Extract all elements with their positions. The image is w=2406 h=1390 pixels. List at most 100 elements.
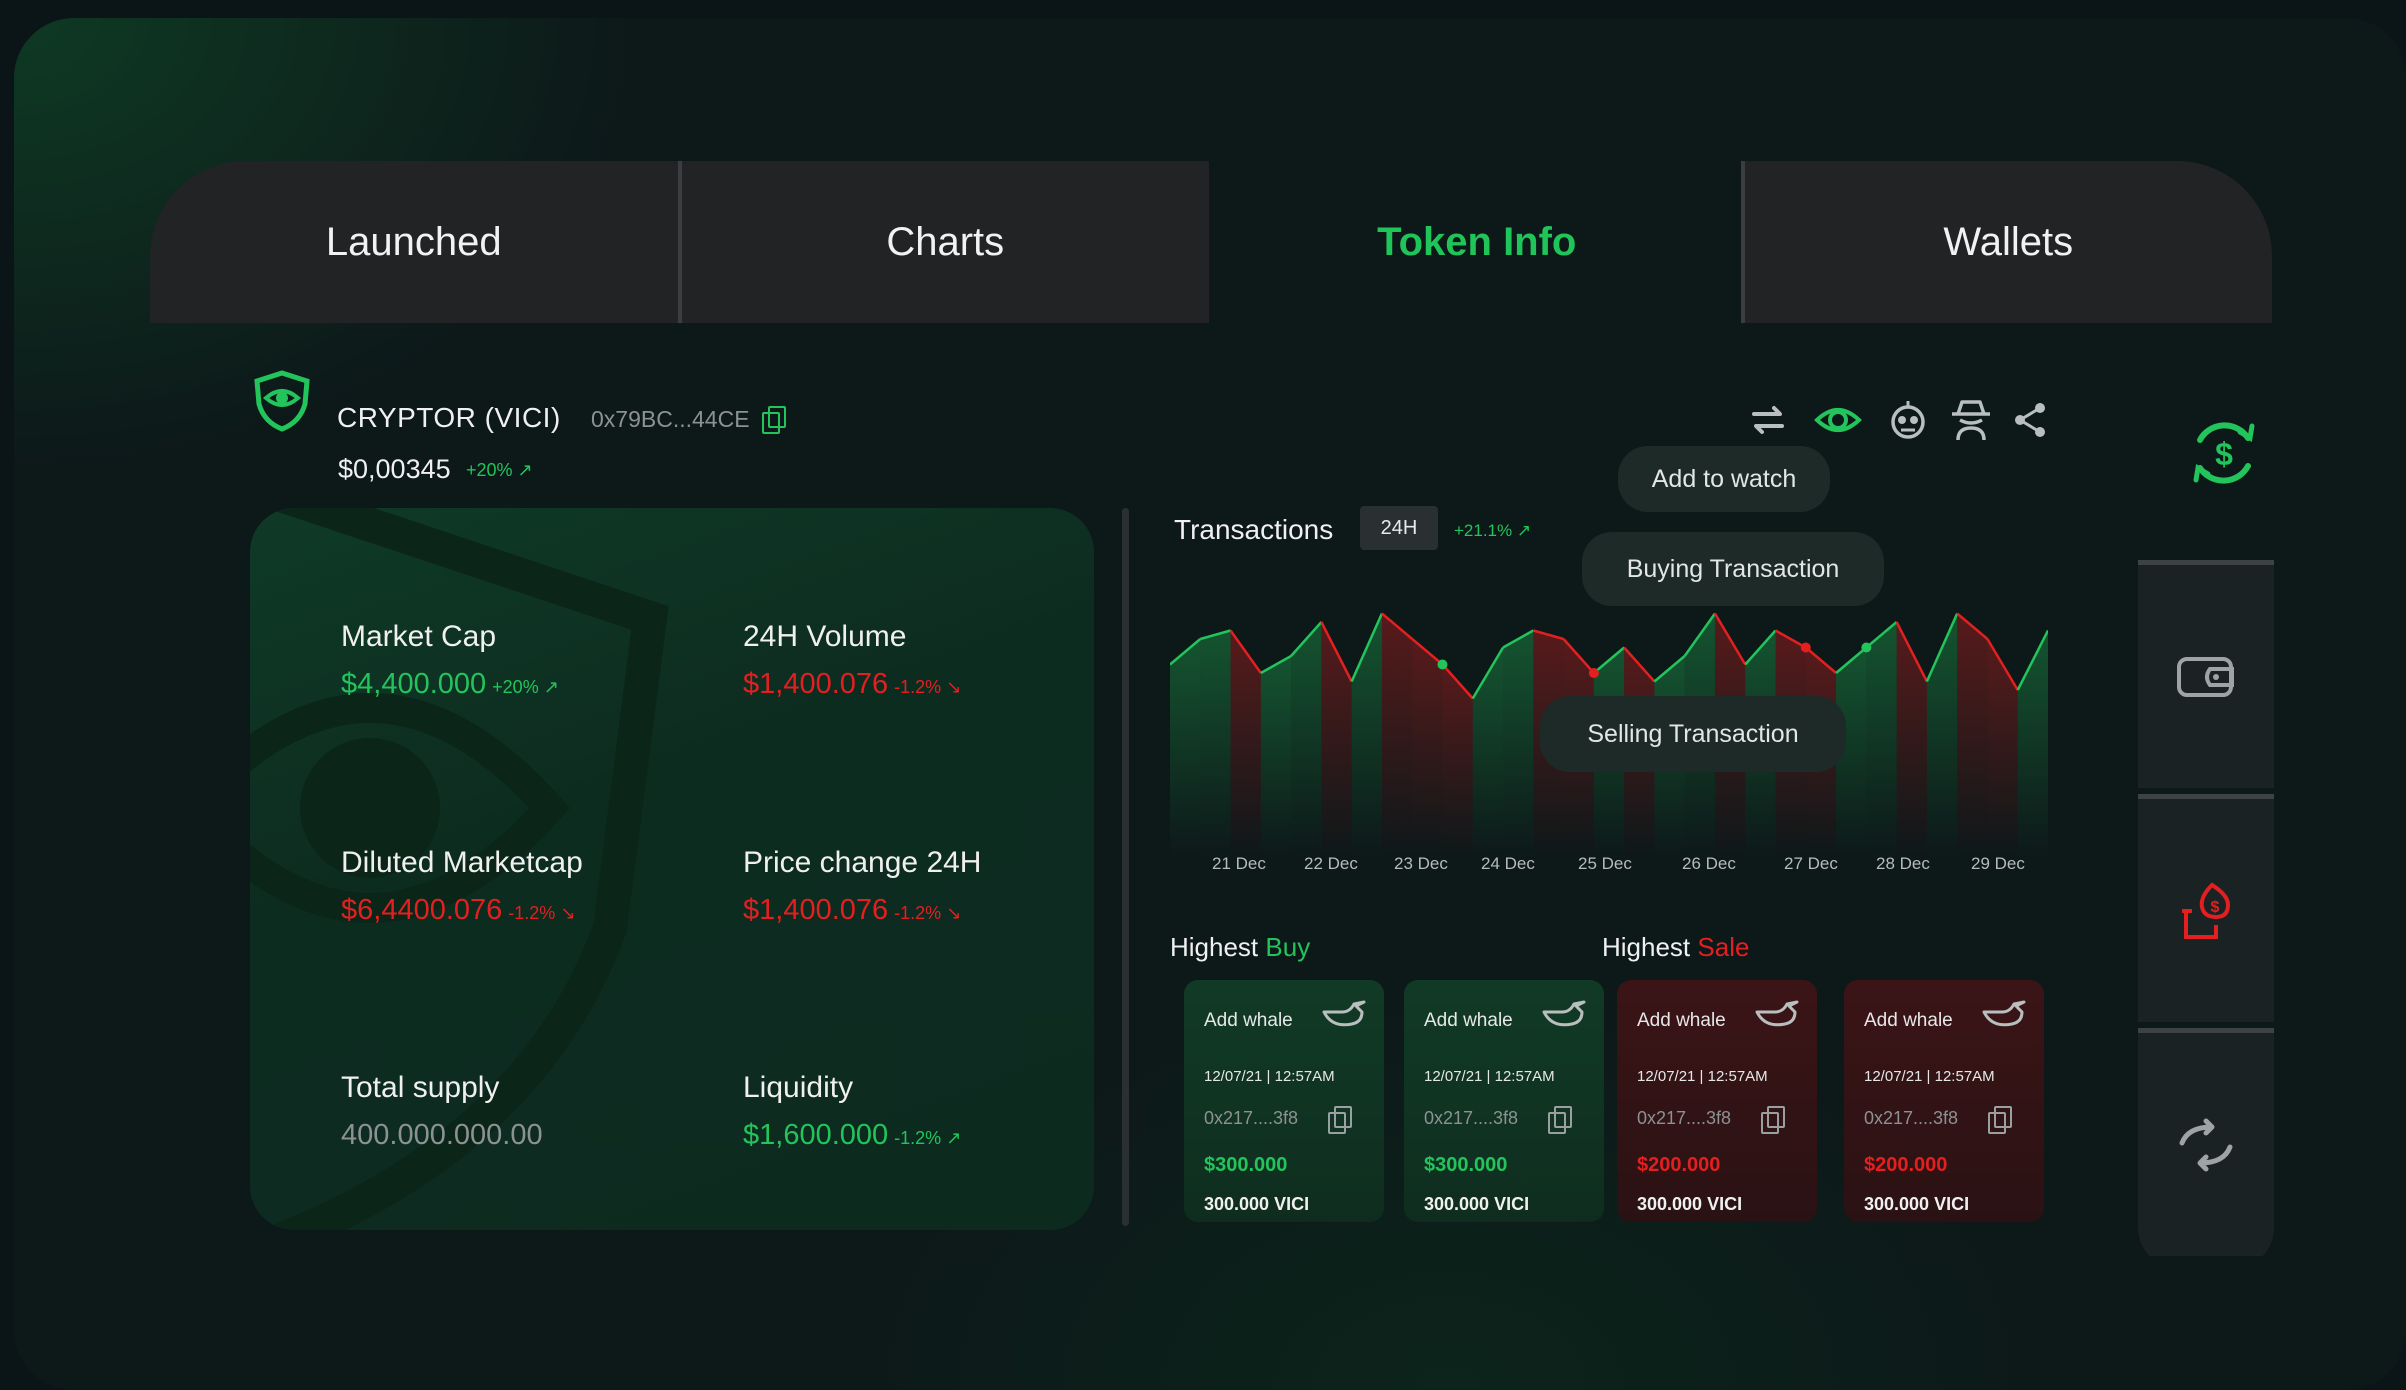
chart-area-segment <box>1412 639 1443 858</box>
tab-charts[interactable]: Charts <box>681 161 1209 323</box>
chart-x-tick-label: 24 Dec <box>1481 854 1535 873</box>
stat-label: 24H Volume <box>743 620 907 653</box>
whale-icon[interactable] <box>1322 998 1366 1032</box>
chart-area-segment <box>2017 630 2048 858</box>
sidebar-swap[interactable] <box>2138 1028 2274 1256</box>
card-address: 0x217....3f8 <box>1637 1108 1732 1128</box>
copy-icon[interactable] <box>1548 1106 1572 1134</box>
copy-icon[interactable] <box>1761 1106 1785 1134</box>
chart-area-segment <box>1381 613 1413 858</box>
chart-x-tick-label: 28 Dec <box>1876 854 1930 873</box>
whale-icon[interactable] <box>1542 998 1586 1032</box>
chart-area-segment <box>1957 613 1988 858</box>
chart-area-segment <box>1291 622 1322 858</box>
arrow-down-right-icon: ↘ <box>941 677 962 697</box>
share-icon[interactable] <box>2006 396 2054 444</box>
chart-point[interactable] <box>1861 642 1872 653</box>
add-whale-label[interactable]: Add whale <box>1864 1010 1953 1032</box>
whale-card[interactable]: Add whale 12/07/21 | 12:57AM 0x217....3f8 $… <box>1617 980 1817 1222</box>
card-address: 0x217....3f8 <box>1864 1108 1959 1128</box>
stat-label: Liquidity <box>743 1071 854 1104</box>
tab-bar: Launched Charts Token Info Wallets <box>150 161 2272 323</box>
add-to-watch-tooltip: Add to watch <box>1618 446 1830 512</box>
sidebar-burn[interactable]: $ <box>2138 794 2274 1022</box>
chart-point[interactable] <box>1437 659 1448 670</box>
stat-label: Market Cap <box>341 620 497 653</box>
stat-change: +20% ↗ <box>492 677 559 697</box>
transactions-change: +21.1% ↗ <box>1454 521 1532 540</box>
chart-area-segment <box>1472 647 1504 858</box>
wallet-icon <box>2177 656 2234 697</box>
whale-icon[interactable] <box>1755 998 1799 1032</box>
stat-value: $1,400.076 -1.2% ↘ <box>743 668 961 701</box>
arrow-up-right-icon: ↗ <box>941 1128 962 1148</box>
card-vici-amount: 300.000 VICI <box>1864 1194 1970 1214</box>
card-usd-amount: $200.000 <box>1637 1154 1721 1176</box>
stat-value: $6,4400.076 -1.2% ↘ <box>341 894 575 927</box>
stat-value-text: $1,400.076 <box>743 668 889 700</box>
stat-value-text: $1,600.000 <box>743 1119 889 1151</box>
sidebar-wallet[interactable] <box>2138 560 2274 788</box>
chart-x-tick-label: 25 Dec <box>1578 854 1632 873</box>
chart-x-tick-label: 23 Dec <box>1394 854 1448 873</box>
svg-text:$: $ <box>2215 436 2233 472</box>
tab-token-info[interactable]: Token Info <box>1213 161 1741 323</box>
chart-point[interactable] <box>1800 642 1811 653</box>
tab-wallets[interactable]: Wallets <box>1744 161 2272 323</box>
tab-launched[interactable]: Launched <box>150 161 678 323</box>
chart-point[interactable] <box>1588 668 1599 678</box>
arrow-down-right-icon: ↘ <box>555 903 576 923</box>
panel-divider <box>1122 508 1129 1226</box>
card-vici-amount: 300.000 VICI <box>1424 1194 1530 1214</box>
highest-buy-title: Highest Buy <box>1170 932 1311 962</box>
card-date: 12/07/21 | 12:57AM <box>1637 1068 1768 1085</box>
eye-icon[interactable] <box>1814 396 1862 444</box>
card-vici-amount: 300.000 VICI <box>1637 1194 1743 1214</box>
card-date: 12/07/21 | 12:57AM <box>1864 1068 1995 1085</box>
whale-card[interactable]: Add whale 12/07/21 | 12:57AM 0x217....3f8 $… <box>1184 980 1384 1222</box>
stat-value: $1,400.076 -1.2% ↘ <box>743 894 961 927</box>
chart-area-segment <box>1503 630 1534 858</box>
card-usd-amount: $300.000 <box>1204 1154 1288 1176</box>
card-date: 12/07/21 | 12:57AM <box>1424 1068 1555 1085</box>
token-change: +20% ↗ <box>466 460 533 480</box>
chart-area-segment <box>1200 630 1231 858</box>
card-usd-amount: $200.000 <box>1864 1154 1948 1176</box>
token-name: CRYPTOR (VICI) <box>337 402 561 433</box>
cryptor-logo-icon <box>254 370 310 432</box>
swap-icon[interactable] <box>1744 396 1792 444</box>
add-whale-label[interactable]: Add whale <box>1637 1010 1726 1032</box>
stat-value-text: $4,400.000 <box>341 668 487 700</box>
card-address: 0x217....3f8 <box>1204 1108 1299 1128</box>
add-whale-label[interactable]: Add whale <box>1424 1010 1513 1032</box>
arrow-down-right-icon: ↘ <box>941 903 962 923</box>
robot-icon[interactable] <box>1884 396 1932 444</box>
timeframe-selector[interactable]: 24H <box>1360 506 1438 550</box>
selling-transaction-tooltip: Selling Transaction <box>1540 696 1846 772</box>
copy-icon[interactable] <box>1988 1106 2012 1134</box>
add-whale-label[interactable]: Add whale <box>1204 1010 1293 1032</box>
stat-value: $1,600.000 -1.2% ↗ <box>743 1119 961 1152</box>
swap-arrows-icon <box>2179 1118 2233 1171</box>
chart-area-segment <box>1866 622 1897 858</box>
chart-x-tick-label: 22 Dec <box>1304 854 1358 873</box>
card-address: 0x217....3f8 <box>1424 1108 1519 1128</box>
token-address: 0x79BC...44CE <box>591 406 750 432</box>
right-sidebar: $ <box>2138 560 2274 1268</box>
whale-card[interactable]: Add whale 12/07/21 | 12:57AM 0x217....3f8 $… <box>1844 980 2044 1222</box>
copy-icon[interactable] <box>1328 1106 1352 1134</box>
copy-icon[interactable] <box>762 406 786 434</box>
stat-value-text: $6,4400.076 <box>341 894 503 926</box>
highest-sale-title: Highest Sale <box>1602 932 1750 962</box>
arrow-up-right-icon: ↗ <box>538 677 559 697</box>
whale-icon[interactable] <box>1982 998 2026 1032</box>
buying-transaction-tooltip: Buying Transaction <box>1582 532 1884 606</box>
chart-x-tick-label: 29 Dec <box>1971 854 2025 873</box>
chart-x-tick-label: 27 Dec <box>1784 854 1838 873</box>
spy-icon[interactable] <box>1947 396 1995 444</box>
whale-card[interactable]: Add whale 12/07/21 | 12:57AM 0x217....3f8 $… <box>1404 980 1604 1222</box>
chart-area-segment <box>1896 622 1927 858</box>
dollar-refresh-icon[interactable]: $ <box>2174 410 2274 496</box>
stat-change: -1.2% ↘ <box>894 903 962 923</box>
stat-label: Diluted Marketcap <box>341 846 583 879</box>
